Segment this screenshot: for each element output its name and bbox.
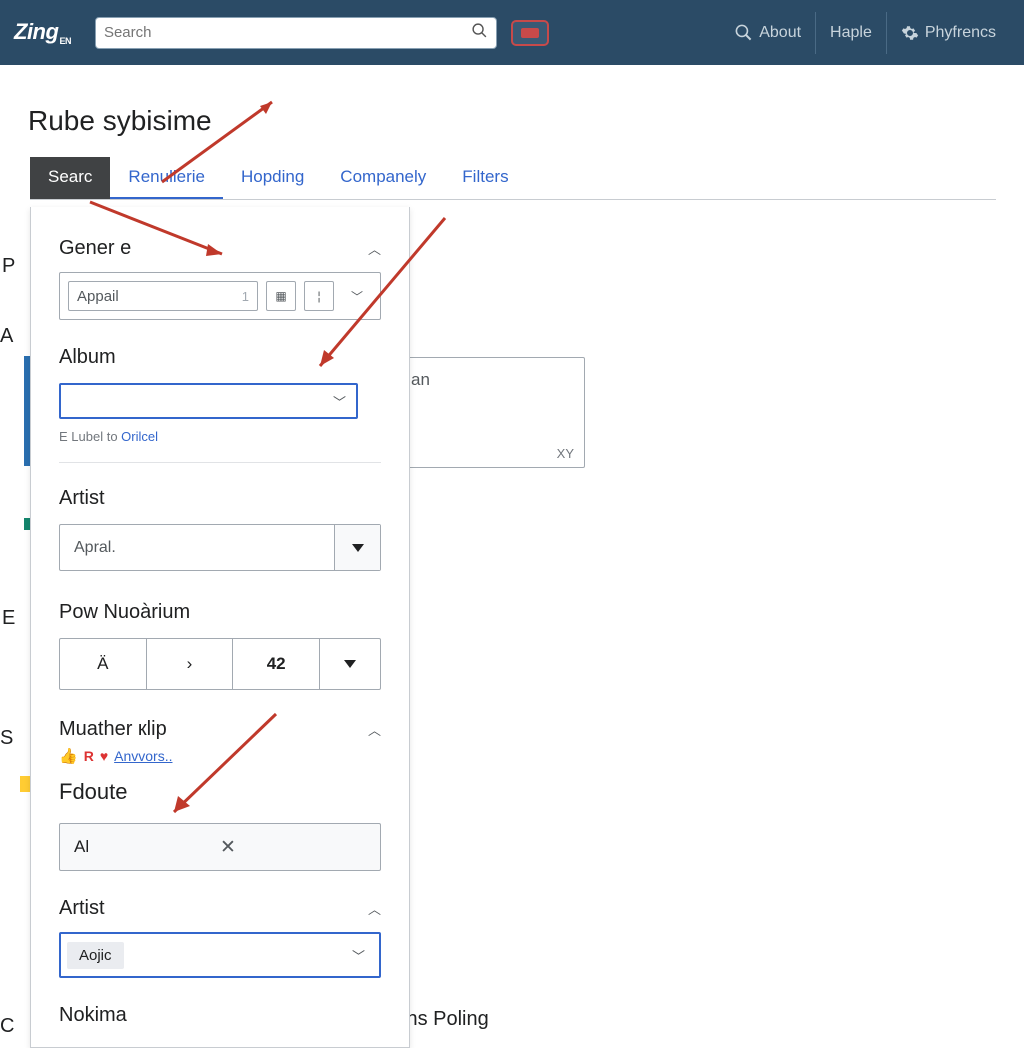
fdoute-value: Al (74, 837, 220, 857)
artist2-select[interactable]: Aojic ﹀ (59, 932, 381, 978)
search-bar[interactable] (95, 17, 497, 49)
chevron-down-icon[interactable]: ﹀ (342, 281, 372, 311)
search-input[interactable] (104, 24, 471, 41)
seg-dropdown[interactable] (320, 639, 380, 689)
genre-row: Appail 1 ▦ ¦ ﹀ (59, 272, 381, 320)
fdoute-title: Fdoute (59, 779, 381, 805)
seg-42[interactable]: 42 (233, 639, 320, 689)
record-button[interactable] (511, 20, 549, 46)
bg-letter: P (2, 255, 15, 278)
search-icon (734, 23, 753, 42)
bg-bottom-text: ins Poling (402, 1008, 489, 1031)
chevron-up-icon[interactable]: ︿ (368, 720, 381, 739)
divider (59, 462, 381, 463)
muather-title: Muather кlip (59, 718, 167, 741)
tab-bar: Searc Renullerie Hopding Companely Filte… (30, 157, 996, 200)
gear-icon (901, 24, 919, 42)
tab-search[interactable]: Searc (30, 157, 110, 199)
nav-haple[interactable]: Haple (815, 12, 886, 54)
nav-about[interactable]: About (720, 12, 815, 54)
genre-title: Gener e (59, 237, 131, 260)
bg-letter: A (0, 325, 13, 348)
tab-hopding[interactable]: Hopding (223, 157, 322, 199)
artist2-header[interactable]: Artist ︿ (59, 897, 381, 920)
artist-value: Apral. (60, 525, 334, 570)
filter-panel: Gener e ︿ Appail 1 ▦ ¦ ﹀ Album ﹀ E Lubel… (30, 207, 410, 1048)
muather-header[interactable]: Muather кlip ︿ (59, 718, 381, 741)
tab-filters[interactable]: Filters (444, 157, 526, 199)
favorites-link[interactable]: Anvvors.. (114, 748, 172, 764)
page-title: Rube sybisime (28, 105, 1024, 137)
grid-icon[interactable]: ▦ (266, 281, 296, 311)
genre-header[interactable]: Gener e ︿ (59, 237, 381, 260)
bg-letter: S (0, 727, 13, 750)
pow-title: Pow Nuoàrium (59, 601, 381, 624)
album-select[interactable]: ﹀ (59, 383, 358, 419)
heart-icon[interactable]: ♥ (100, 748, 108, 764)
info-icon[interactable]: ¦ (304, 281, 334, 311)
album-title: Album (59, 346, 381, 369)
rating-r-icon: R (84, 748, 94, 764)
segmented-row: Ä › 42 (59, 638, 381, 690)
triangle-down-icon (352, 544, 364, 552)
search-icon[interactable] (471, 22, 488, 44)
genre-input[interactable]: Appail 1 (68, 281, 258, 311)
artist2-title: Artist (59, 897, 105, 920)
dropdown-toggle[interactable] (334, 525, 380, 570)
chevron-down-icon: ﹀ (333, 392, 346, 411)
artist-chip[interactable]: Aojic (67, 942, 124, 969)
bg-textarea[interactable]: an XY (398, 357, 585, 468)
tab-renullerie[interactable]: Renullerie (110, 157, 223, 199)
bg-letter: E (2, 607, 15, 630)
fdoute-input[interactable]: Al ✕ (59, 823, 381, 871)
helper-link[interactable]: Orilcel (121, 429, 158, 444)
bg-letter: C (0, 1015, 14, 1038)
logo[interactable]: ZingEN (14, 19, 71, 46)
artist-select[interactable]: Apral. (59, 524, 381, 571)
resize-handle[interactable]: XY (557, 446, 574, 461)
chevron-down-icon: ﹀ (352, 946, 365, 965)
triangle-down-icon (344, 660, 356, 668)
favorites-row: 👍 R ♥ Anvvors.. (59, 747, 381, 765)
nav-preferences[interactable]: Phyfrencs (886, 12, 1010, 54)
close-icon[interactable]: ✕ (220, 836, 366, 859)
thumb-icon[interactable]: 👍 (59, 747, 78, 765)
seg-a[interactable]: Ä (60, 639, 147, 689)
artist-title: Artist (59, 487, 381, 510)
app-header: ZingEN About Haple Phyfrencs (0, 0, 1024, 65)
helper-text: E Lubel to Orilcel (59, 429, 381, 444)
chevron-up-icon[interactable]: ︿ (368, 239, 381, 258)
chevron-up-icon[interactable]: ︿ (368, 899, 381, 918)
tab-companely[interactable]: Companely (322, 157, 444, 199)
seg-arrow[interactable]: › (147, 639, 234, 689)
